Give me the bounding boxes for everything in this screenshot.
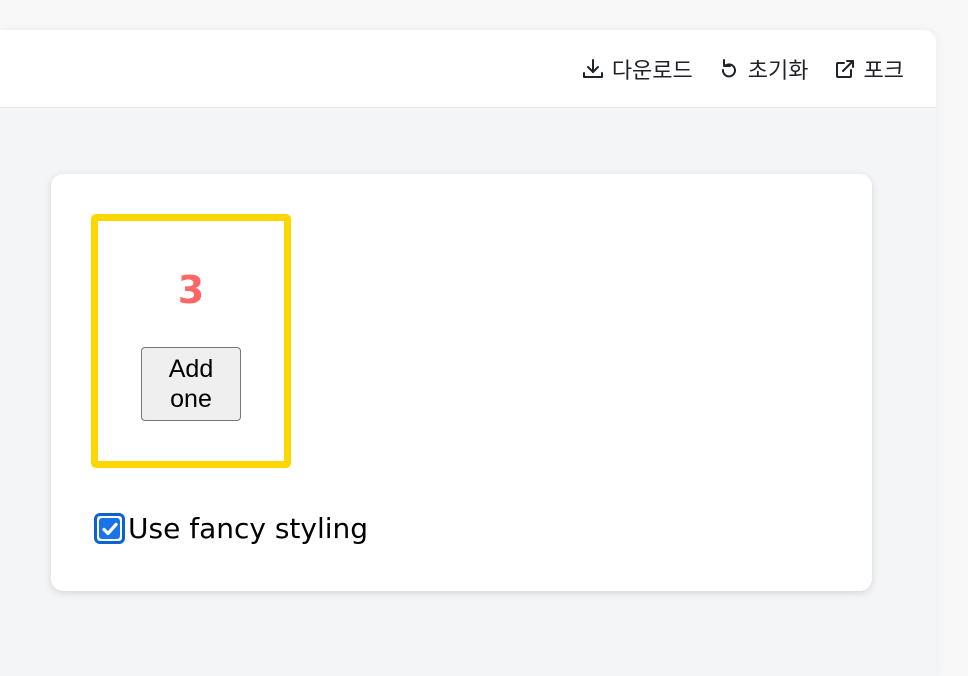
fancy-styling-toggle[interactable]: Use fancy styling <box>94 512 368 545</box>
app-window: 다운로드 초기화 포크 3 Add one Use fancy styling <box>0 30 936 676</box>
reset-icon <box>721 59 736 78</box>
external-link-icon <box>835 60 854 78</box>
count-value: 3 <box>177 268 205 312</box>
fork-button[interactable]: 포크 <box>833 53 904 85</box>
download-icon <box>582 59 603 78</box>
reset-label: 초기화 <box>747 59 809 84</box>
check-icon <box>101 522 118 535</box>
toolbar-actions: 다운로드 초기화 포크 <box>581 54 904 84</box>
checkbox-fill <box>99 518 120 539</box>
top-toolbar: 다운로드 초기화 포크 <box>0 30 936 108</box>
fancy-styling-label: Use fancy styling <box>128 512 369 545</box>
fancy-styling-checkbox[interactable] <box>94 513 125 544</box>
fork-label: 포크 <box>863 59 904 84</box>
preview-card: 3 Add one Use fancy styling <box>51 174 872 591</box>
counter-box: 3 Add one <box>91 214 291 468</box>
download-label: 다운로드 <box>611 59 693 84</box>
reset-button[interactable]: 초기화 <box>717 53 809 85</box>
add-one-button[interactable]: Add one <box>141 347 241 421</box>
download-button[interactable]: 다운로드 <box>581 53 693 85</box>
